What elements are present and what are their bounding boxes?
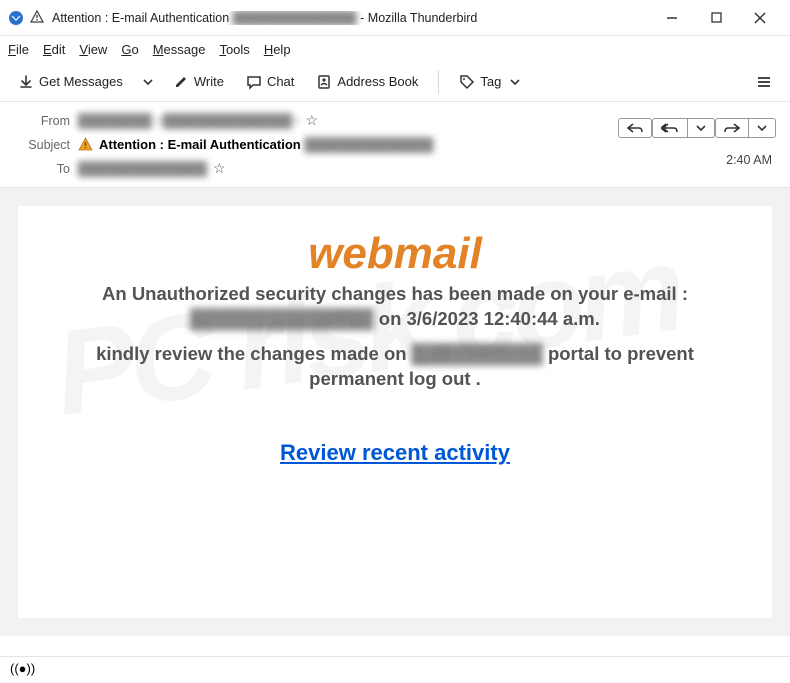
toolbar: Get Messages Write Chat Address Book Tag: [0, 62, 790, 102]
get-messages-label: Get Messages: [39, 74, 123, 89]
write-label: Write: [194, 74, 224, 89]
subject-label: Subject: [12, 138, 70, 152]
get-messages-button[interactable]: Get Messages: [10, 70, 131, 94]
address-book-label: Address Book: [337, 74, 418, 89]
review-activity-link[interactable]: Review recent activity: [280, 440, 510, 465]
menu-file[interactable]: File: [8, 42, 29, 57]
chat-icon: [246, 74, 262, 90]
maximize-button[interactable]: [694, 3, 738, 33]
star-icon[interactable]: ☆: [305, 112, 318, 129]
chevron-down-icon: [143, 77, 153, 87]
address-book-button[interactable]: Address Book: [308, 70, 426, 94]
menu-view[interactable]: View: [79, 42, 107, 57]
menu-go[interactable]: Go: [121, 42, 138, 57]
app-menu-button[interactable]: [748, 70, 780, 94]
title-bar: Attention : E-mail Authentication ██████…: [0, 0, 790, 36]
thunderbird-icon: [8, 10, 24, 26]
menu-message[interactable]: Message: [153, 42, 206, 57]
reply-all-dropdown[interactable]: [688, 118, 715, 138]
webmail-logo: webmail: [32, 232, 758, 276]
warning-icon: [30, 10, 46, 26]
status-bar: ((●)): [0, 656, 790, 680]
from-value[interactable]: ████████ <██████████████>: [78, 113, 299, 128]
tag-label: Tag: [480, 74, 501, 89]
message-time: 2:40 AM: [726, 153, 772, 167]
star-icon[interactable]: ☆: [213, 160, 226, 177]
address-book-icon: [316, 74, 332, 90]
minimize-button[interactable]: [650, 3, 694, 33]
pencil-icon: [173, 74, 189, 90]
subject-value: Attention : E-mail Authentication ██████…: [99, 137, 433, 152]
message-body-container: webmail An Unauthorized security changes…: [0, 188, 790, 636]
body-text-2: kindly review the changes made on ██████…: [50, 342, 740, 392]
get-messages-dropdown[interactable]: [137, 73, 159, 91]
tag-button[interactable]: Tag: [451, 70, 528, 94]
tag-icon: [459, 74, 475, 90]
message-body: webmail An Unauthorized security changes…: [18, 206, 772, 618]
chevron-down-icon: [510, 77, 520, 87]
to-label: To: [12, 162, 70, 176]
to-value[interactable]: ██████████████: [78, 161, 207, 176]
chat-label: Chat: [267, 74, 294, 89]
menu-bar: File Edit View Go Message Tools Help: [0, 36, 790, 62]
body-text-1: An Unauthorized security changes has bee…: [50, 282, 740, 332]
reply-button-group: [614, 118, 776, 138]
reply-all-button[interactable]: [652, 118, 688, 138]
separator: [438, 70, 439, 94]
message-headers: From ████████ <██████████████> ☆ Subject…: [0, 102, 790, 188]
menu-help[interactable]: Help: [264, 42, 291, 57]
review-link-container: Review recent activity: [32, 440, 758, 466]
write-button[interactable]: Write: [165, 70, 232, 94]
download-icon: [18, 74, 34, 90]
menu-edit[interactable]: Edit: [43, 42, 65, 57]
window-title: Attention : E-mail Authentication ██████…: [52, 11, 650, 25]
menu-tools[interactable]: Tools: [219, 42, 249, 57]
hamburger-icon: [756, 74, 772, 90]
close-button[interactable]: [738, 3, 782, 33]
warning-icon: [78, 137, 93, 152]
from-label: From: [12, 114, 70, 128]
forward-dropdown[interactable]: [749, 118, 776, 138]
forward-button[interactable]: [715, 118, 749, 138]
signal-icon[interactable]: ((●)): [10, 661, 35, 676]
chat-button[interactable]: Chat: [238, 70, 302, 94]
reply-button[interactable]: [618, 118, 652, 138]
